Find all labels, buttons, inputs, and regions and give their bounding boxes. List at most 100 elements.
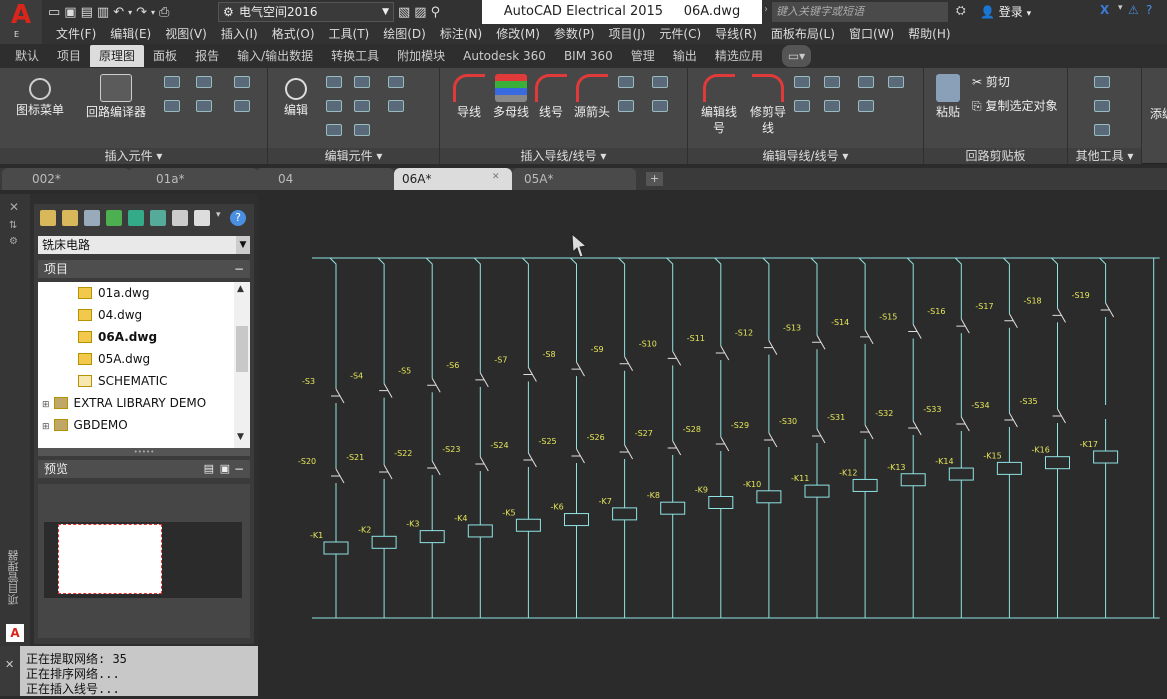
tool-3-icon[interactable] — [1094, 124, 1110, 136]
save-icon[interactable]: ▤ — [81, 5, 93, 20]
collapse-icon[interactable]: − — [234, 260, 244, 278]
application-menu-button[interactable]: A E — [0, 0, 42, 44]
properties-icon[interactable]: ⚙ — [9, 236, 18, 247]
cursor-icon[interactable] — [354, 124, 370, 136]
scroll-thumb[interactable] — [236, 326, 248, 372]
menu-dimension[interactable]: 标注(N) — [426, 24, 482, 44]
panel-title-insert-wires[interactable]: 插入导线/线号 ▾ — [440, 148, 687, 164]
attribute-icon[interactable] — [388, 100, 404, 112]
drawing-canvas[interactable]: -S3 -S20 -K1 -S4 -S21 -K2 -S5 -S22 -K3 -S6 -S23 -K4… — [258, 190, 1167, 696]
autohide-icon[interactable]: ⇅ — [9, 220, 17, 231]
copy-selected-button[interactable]: ⎘ 复制选定对象 — [972, 98, 1057, 114]
wire-type-icon[interactable] — [618, 76, 634, 88]
insert-pneumatic-icon[interactable] — [234, 76, 250, 88]
tree-item-04[interactable]: 04.dwg — [78, 304, 142, 326]
trim-wire-button[interactable]: 修剪导线 — [748, 74, 788, 136]
tool-1-icon[interactable] — [1094, 76, 1110, 88]
insert-connector-icon[interactable] — [164, 100, 180, 112]
binoculars-icon[interactable]: ⛭ — [956, 3, 966, 18]
tree-item-schematic[interactable]: SCHEMATIC — [78, 370, 167, 392]
menu-draw[interactable]: 绘图(D) — [369, 24, 426, 44]
tree-item-05a[interactable]: 05A.dwg — [78, 348, 150, 370]
cut-off-button-label[interactable]: 添编辑 — [1150, 106, 1167, 122]
help-icon[interactable]: ? — [1146, 3, 1152, 17]
copy-component-icon[interactable] — [326, 100, 342, 112]
flip-wire-icon[interactable] — [794, 100, 810, 112]
tab-output[interactable]: 输出 — [664, 45, 706, 67]
tab-schematic[interactable]: 原理图 — [90, 45, 145, 67]
exchange-icon[interactable]: X — [1100, 3, 1109, 17]
open-project-icon[interactable] — [40, 210, 56, 226]
plot-icon[interactable]: ⎙ — [159, 5, 169, 20]
panel-title-insert-components[interactable]: 插入元件 ▾ — [0, 148, 267, 164]
tree-item-06a[interactable]: 06A.dwg — [78, 326, 157, 348]
wire-button[interactable]: 导线 — [450, 74, 488, 120]
fix-wire-number-icon[interactable] — [824, 76, 840, 88]
multiple-insert-icon[interactable] — [196, 76, 212, 88]
tree-item-extra-library-demo[interactable]: ⊞ EXTRA LIBRARY DEMO — [42, 392, 206, 414]
insert-dual-icon[interactable] — [196, 100, 212, 112]
doc-tab-04[interactable]: 04 — [256, 168, 394, 190]
ribbon-toggle-icon[interactable]: ▭▾ — [781, 45, 812, 67]
insert-terminal-icon[interactable] — [234, 100, 250, 112]
menu-wires[interactable]: 导线(R) — [701, 24, 757, 44]
collapse-icon[interactable]: − — [234, 460, 244, 478]
edit-button[interactable]: 编辑 — [276, 74, 316, 118]
table-icon[interactable] — [326, 124, 342, 136]
splitter-handle[interactable]: ••••• — [38, 448, 250, 456]
expand-icon[interactable]: ⊞ — [42, 400, 50, 410]
tab-add-ins[interactable]: 附加模块 — [388, 45, 454, 67]
menu-file[interactable]: 文件(F) — [42, 24, 96, 44]
chevron-right-icon[interactable]: › — [764, 4, 768, 15]
menu-window[interactable]: 窗口(W) — [835, 24, 894, 44]
undo-icon[interactable]: ↶ — [113, 5, 124, 20]
align-icon[interactable] — [388, 76, 404, 88]
new-file-icon[interactable]: ▭ — [48, 5, 60, 20]
menu-parametric[interactable]: 参数(P) — [540, 24, 595, 44]
scroll-down-icon[interactable]: ▼ — [237, 432, 244, 442]
panel-title-other-tools[interactable]: 其他工具 ▾ — [1068, 148, 1141, 164]
tab-project[interactable]: 项目 — [48, 45, 90, 67]
doc-tab-01a[interactable]: 01a* — [128, 168, 258, 190]
project-select[interactable]: 铣床电路 ▼ — [38, 236, 250, 254]
preview-section-header[interactable]: 预览 ▤ ▣ − — [38, 460, 250, 478]
tab-default[interactable]: 默认 — [6, 45, 48, 67]
tab-featured-apps[interactable]: 精选应用 — [706, 45, 772, 67]
menu-panel-layout[interactable]: 面板布局(L) — [757, 24, 835, 44]
expand-icon[interactable]: ⊞ — [42, 422, 50, 432]
tree-item-01a[interactable]: 01a.dwg — [78, 282, 150, 304]
workspace-selector[interactable]: ⚙ 电气空间2016 ▼ — [218, 2, 394, 22]
open-file-icon[interactable]: ▣ — [64, 5, 76, 20]
share-icon[interactable]: ⚠ — [1128, 3, 1139, 17]
save-as-icon[interactable]: ▥ — [97, 5, 109, 20]
menu-format[interactable]: 格式(O) — [258, 24, 315, 44]
tree-item-gbdemo[interactable]: ⊞ GBDEMO — [42, 414, 128, 436]
tab-panel[interactable]: 面板 — [144, 45, 186, 67]
help-icon[interactable]: ? — [230, 210, 246, 226]
jumper-icon[interactable] — [618, 100, 634, 112]
menu-tools[interactable]: 工具(T) — [315, 24, 370, 44]
doc-tab-05a[interactable]: 05A* — [512, 168, 636, 190]
search-input[interactable]: 键入关键字或短语 — [772, 2, 948, 22]
undo-dropdown-icon[interactable]: ▾ — [128, 8, 132, 17]
menu-project[interactable]: 项目(J) — [595, 24, 646, 44]
menu-view[interactable]: 视图(V) — [151, 24, 207, 44]
command-line-handle[interactable]: ✕ — [0, 646, 20, 696]
chevron-down-icon[interactable]: ▾ — [216, 210, 221, 220]
details-icon[interactable]: ▣ — [220, 460, 230, 478]
menu-edit[interactable]: 编辑(E) — [96, 24, 151, 44]
swap-component-icon[interactable] — [326, 76, 342, 88]
close-icon[interactable]: ✕ — [9, 200, 19, 214]
preview-icon[interactable]: ▤ — [204, 460, 214, 478]
menu-modify[interactable]: 修改(M) — [482, 24, 540, 44]
doc-tab-002[interactable]: 002* — [2, 168, 130, 190]
edit-wire-number-button[interactable]: 编辑线号 — [698, 74, 740, 136]
menu-help[interactable]: 帮助(H) — [894, 24, 950, 44]
marker-icon[interactable]: ⚲ — [431, 5, 441, 20]
tab-reports[interactable]: 报告 — [186, 45, 228, 67]
icon-menu-button[interactable]: 图标菜单 — [10, 74, 70, 118]
tab-close-icon[interactable]: ✕ — [492, 172, 500, 182]
redo-icon[interactable]: ↷ — [136, 5, 147, 20]
ladder-icon[interactable] — [652, 100, 668, 112]
menu-components[interactable]: 元件(C) — [645, 24, 701, 44]
